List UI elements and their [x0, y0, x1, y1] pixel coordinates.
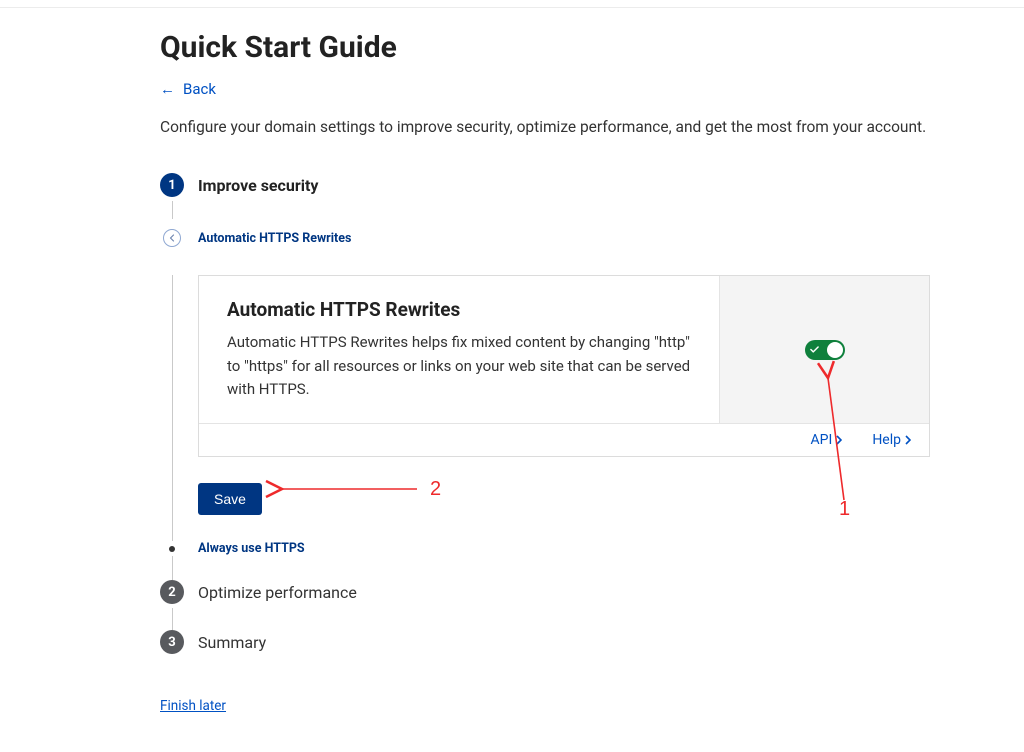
chevron-circle-icon	[163, 229, 181, 247]
page-container: Quick Start Guide ← Back Configure your …	[160, 0, 930, 714]
substep-https-rewrites-row[interactable]: Automatic HTTPS Rewrites	[160, 229, 930, 247]
card-block: Automatic HTTPS Rewrites Automatic HTTPS…	[160, 275, 930, 515]
step-3-row: 3 Summary	[160, 630, 930, 654]
back-label: Back	[183, 80, 216, 98]
card-title: Automatic HTTPS Rewrites	[227, 298, 695, 321]
page-title: Quick Start Guide	[160, 30, 930, 65]
substep-always-https-row[interactable]: Always use HTTPS	[160, 541, 930, 556]
check-icon	[810, 345, 819, 354]
annotation-2-label: 2	[430, 478, 441, 501]
help-link[interactable]: Help	[872, 432, 911, 448]
annotation-1-label: 1	[839, 498, 850, 521]
substep-always-https-label: Always use HTTPS	[198, 541, 305, 556]
page-description: Configure your domain settings to improv…	[160, 116, 930, 139]
caret-right-icon	[836, 435, 842, 445]
dot-icon	[169, 546, 175, 552]
substep-https-rewrites-label: Automatic HTTPS Rewrites	[198, 231, 351, 246]
https-rewrites-card: Automatic HTTPS Rewrites Automatic HTTPS…	[198, 275, 930, 457]
api-link[interactable]: API	[811, 432, 843, 448]
card-footer: API Help	[199, 423, 929, 456]
step-1-title: Improve security	[198, 176, 318, 195]
toggle-knob	[827, 342, 843, 358]
save-button[interactable]: Save	[198, 483, 262, 515]
api-link-label: API	[811, 432, 833, 448]
step-2-badge: 2	[160, 580, 184, 604]
step-1-badge: 1	[160, 173, 184, 197]
caret-right-icon	[905, 435, 911, 445]
https-rewrites-toggle[interactable]	[805, 340, 845, 360]
card-toggle-panel	[719, 276, 929, 423]
step-1-row: 1 Improve security	[160, 173, 930, 197]
arrow-left-icon: ←	[160, 80, 175, 98]
finish-later-link[interactable]: Finish later	[160, 698, 226, 714]
step-3-badge: 3	[160, 630, 184, 654]
steps-list: 1 Improve security Automatic HTTPS Rewri…	[160, 173, 930, 654]
step-3-title: Summary	[198, 633, 266, 652]
step-2-row: 2 Optimize performance	[160, 580, 930, 604]
step-2-title: Optimize performance	[198, 583, 357, 602]
back-link[interactable]: ← Back	[160, 80, 216, 98]
card-description: Automatic HTTPS Rewrites helps fix mixed…	[227, 331, 695, 401]
help-link-label: Help	[872, 432, 901, 448]
